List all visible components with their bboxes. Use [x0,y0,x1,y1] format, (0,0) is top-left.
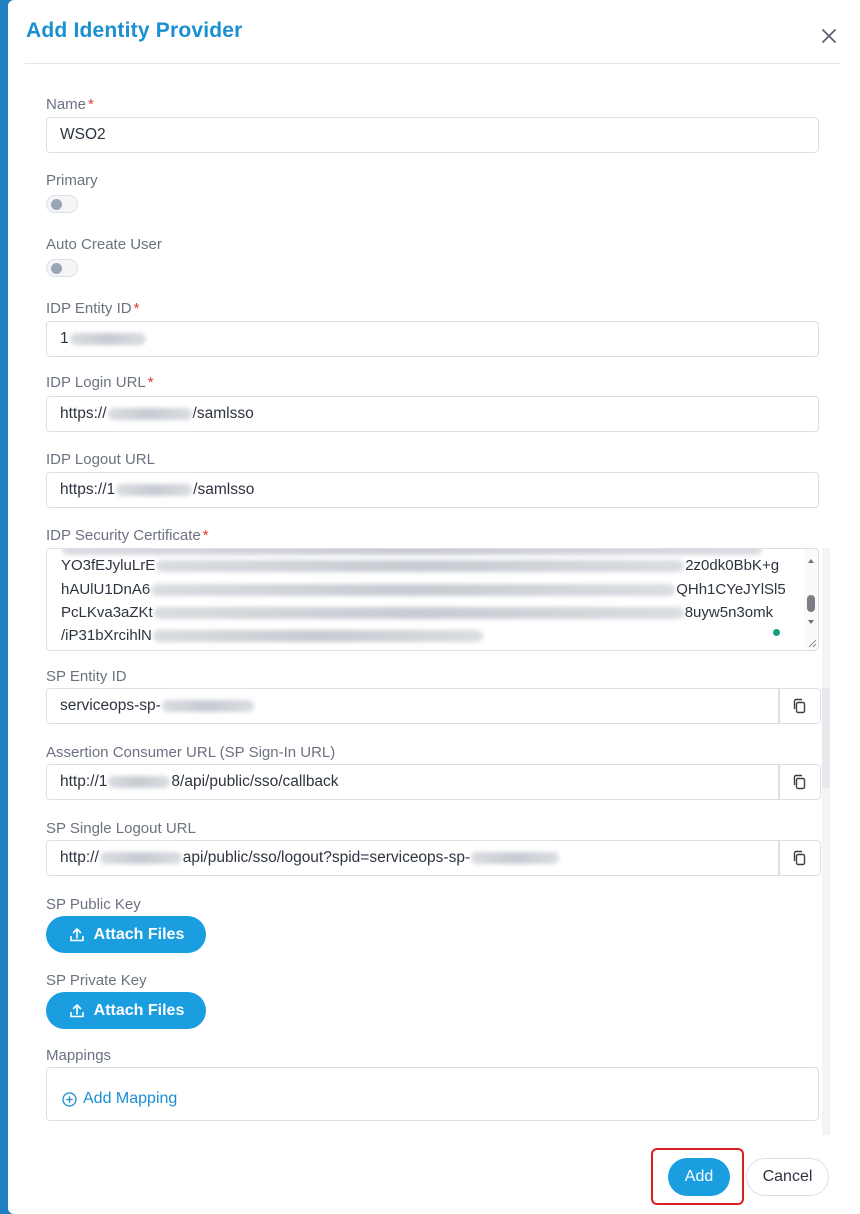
idp-entity-id-label: IDP Entity ID * [46,300,139,317]
assertion-consumer-url-input[interactable]: http://1 8/api/public/sso/callback [46,764,779,800]
required-marker: * [133,300,140,317]
add-mapping-link[interactable]: Add Mapping [62,1090,177,1108]
sp-private-key-attach-button[interactable]: Attach Files [46,992,206,1029]
certificate-line: PcLKva3aZKt 8uyw5n3omk [61,604,773,621]
copy-button[interactable] [779,688,821,724]
name-input[interactable]: WSO2 [46,117,819,153]
sp-single-logout-url-suffix: api/public/sso/logout?spid=serviceops-sp… [182,849,471,866]
toggle-knob [51,263,62,274]
toggle-knob [51,199,62,210]
idp-logout-url-prefix: https://1 [60,481,116,498]
sp-single-logout-url-input[interactable]: http:// api/public/sso/logout?spid=servic… [46,840,779,876]
redacted-text [152,630,483,643]
certificate-line: hAUlU1DnA6 QHh1CYeJYlSl5 [61,581,786,598]
redacted-text [62,549,762,556]
idp-security-certificate-label-text: IDP Security Certificate [46,527,201,544]
cancel-button[interactable]: Cancel [746,1158,829,1196]
redacted-text [156,560,685,573]
copy-button[interactable] [779,764,821,800]
certificate-line-left: /iP31bXrcihlN [61,627,152,644]
add-button[interactable]: Add [668,1158,730,1196]
dialog-title: Add Identity Provider [26,19,243,42]
close-icon[interactable] [817,24,841,48]
copy-icon [793,774,806,790]
redacted-text [471,851,560,864]
add-identity-provider-dialog: Add Identity Provider Name * WSO2 Primary… [8,0,860,1214]
redacted-text [107,407,192,420]
dialog-header: Add Identity Provider [8,0,860,64]
name-label-text: Name [46,96,87,113]
sp-public-key-attach-button[interactable]: Attach Files [46,916,206,953]
upload-icon [69,927,84,941]
sp-public-key-label: SP Public Key [46,896,141,913]
idp-security-certificate-textarea[interactable]: YO3fEJyluLrE 2z0dk0BbK+g hAUlU1DnA6 QHh1CY… [46,548,819,651]
primary-toggle[interactable] [46,195,78,213]
attach-files-label: Attach Files [93,1001,185,1019]
copy-button[interactable] [779,840,821,876]
redacted-text [99,851,182,864]
redacted-text [69,332,146,345]
mappings-label: Mappings [46,1047,112,1064]
primary-label: Primary [46,172,98,189]
idp-login-url-suffix: /samlsso [192,405,254,422]
idp-login-url-prefix: https:// [60,405,107,422]
certificate-line-partial [61,549,763,557]
idp-entity-id-label-text: IDP Entity ID [46,300,132,317]
certificate-line: /iP31bXrcihlN [61,627,484,644]
idp-login-url-label-text: IDP Login URL [46,374,146,391]
sp-entity-id-value: serviceops-sp- [60,697,161,714]
sp-single-logout-url-label: SP Single Logout URL [46,820,196,837]
assertion-consumer-url-suffix: 8/api/public/sso/callback [171,773,339,790]
scrollbar-track [822,548,830,1135]
idp-entity-id-value: 1 [60,330,69,347]
certificate-line: YO3fEJyluLrE 2z0dk0BbK+g [61,557,779,574]
idp-login-url-label: IDP Login URL * [46,374,154,391]
sp-private-key-label: SP Private Key [46,972,147,989]
certificate-line-right: QHh1CYeJYlSl5 [676,581,786,598]
redacted-text [153,607,684,620]
idp-logout-url-suffix: /samlsso [193,481,255,498]
dialog-footer: Add Cancel [8,1144,860,1214]
certificate-line-left: PcLKva3aZKt [61,604,153,621]
redacted-text [151,584,676,597]
idp-entity-id-input[interactable]: 1 [46,321,819,357]
redacted-text [108,775,171,788]
idp-logout-url-label: IDP Logout URL [46,451,155,468]
certificate-line-right: 8uyw5n3omk [684,604,774,621]
mappings-container: Add Mapping [46,1067,819,1121]
copy-icon [793,850,806,866]
scrollbar-thumb[interactable] [822,688,830,788]
required-marker: * [147,374,154,391]
idp-security-certificate-label: IDP Security Certificate * [46,527,209,544]
assertion-consumer-url-label: Assertion Consumer URL (SP Sign-In URL) [46,744,336,761]
certificate-line-right: 2z0dk0BbK+g [685,557,780,574]
textarea-scrollbar[interactable] [804,549,818,650]
assertion-consumer-url-prefix: http://1 [60,773,108,790]
upload-icon [69,1003,84,1017]
auto-create-user-toggle[interactable] [46,259,78,277]
certificate-line-left: YO3fEJyluLrE [61,557,156,574]
sp-single-logout-url-prefix: http:// [60,849,99,866]
status-dot [773,629,780,636]
idp-logout-url-input[interactable]: https://1/samlsso [46,472,819,508]
certificate-line-left: hAUlU1DnA6 [61,581,151,598]
required-marker: * [202,527,209,544]
dialog-scrollbar[interactable] [822,548,830,1135]
auto-create-user-label: Auto Create User [46,236,162,253]
required-marker: * [88,96,94,113]
sp-entity-id-label: SP Entity ID [46,668,127,685]
sp-entity-id-input[interactable]: serviceops-sp- [46,688,779,724]
plus-circle-icon [62,1091,77,1107]
add-mapping-label: Add Mapping [83,1090,178,1107]
name-label: Name * [46,96,94,113]
redacted-text [161,699,254,712]
idp-login-url-input[interactable]: https:// /samlsso [46,396,819,432]
attach-files-label: Attach Files [93,925,185,943]
copy-icon [793,698,806,714]
redacted-text [116,483,193,496]
dialog-body: Name * WSO2 Primary Auto Create User IDP … [8,64,860,1144]
